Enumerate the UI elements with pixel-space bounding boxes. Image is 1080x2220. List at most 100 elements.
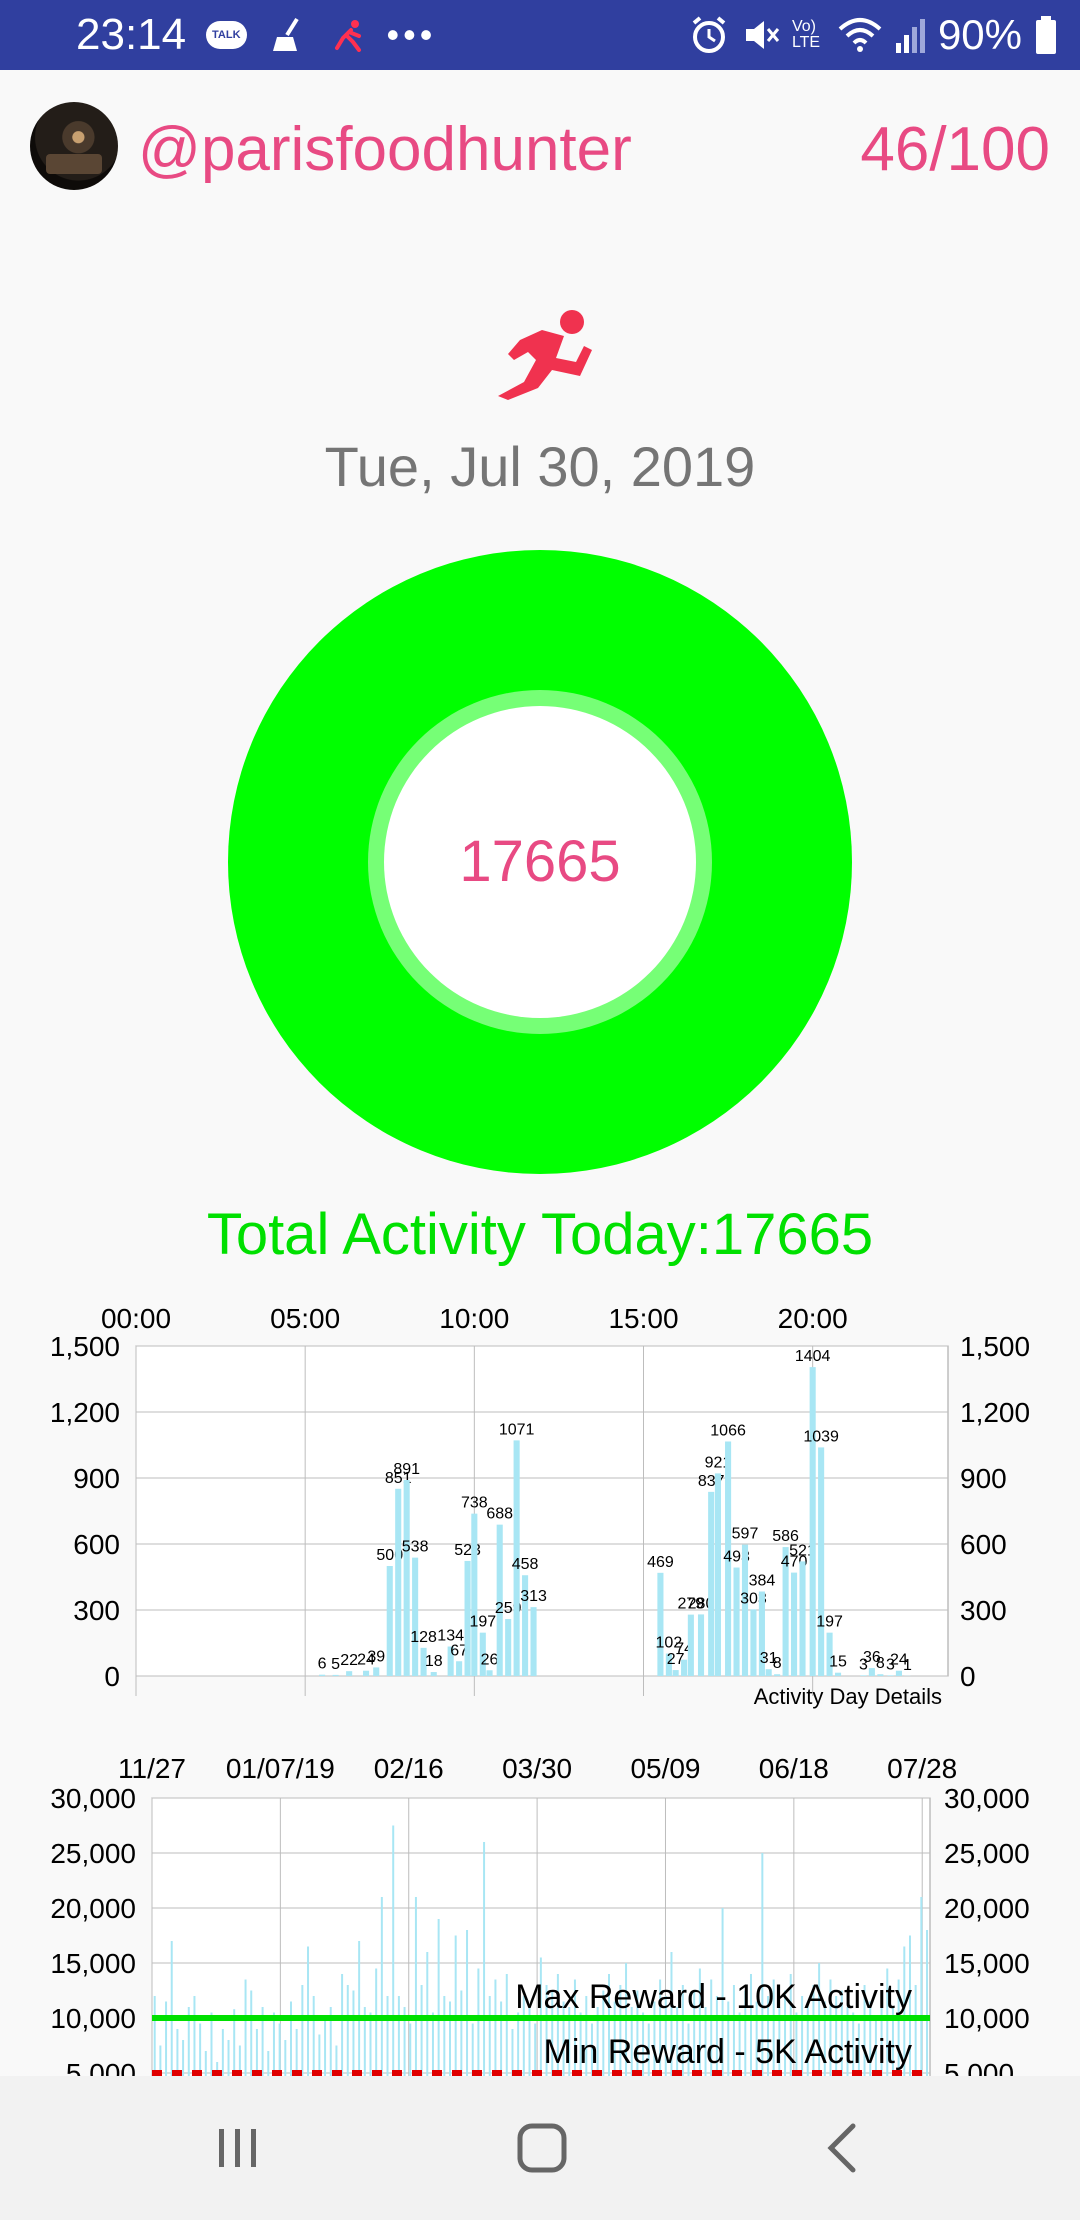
history-chart-bar [153,1996,156,2076]
runner-icon [334,20,361,52]
history-chart-bar [534,2023,537,2076]
history-chart-bar [278,2023,281,2076]
history-chart-x-tick: 05/09 [630,1753,700,1784]
history-chart-bar [193,1996,196,2076]
history-chart-y-tick-left: 5,000 [66,2058,136,2076]
day-chart-bar [765,1669,772,1676]
day-chart-bar [687,1614,694,1676]
history-chart-bar [170,1941,173,2076]
history-chart-y-tick-left: 30,000 [50,1783,136,1814]
history-chart-bar [255,2029,258,2076]
history-chart-bar [466,1930,469,2076]
history-chart-y-tick-right: 20,000 [944,1893,1030,1924]
day-chart-y-tick-left: 1,500 [50,1331,120,1362]
history-chart-bar [221,2029,224,2076]
day-chart-bar [403,1479,410,1676]
history-chart-bar [341,1974,344,2076]
day-chart-bar-label: 458 [512,1556,539,1573]
history-chart-bar [494,1979,497,2076]
history-chart-bar [369,2012,372,2076]
history-chart-bar [165,2001,168,2076]
history-chart-y-tick-right: 10,000 [944,2003,1030,2034]
history-chart-bar [392,1825,395,2076]
home-icon[interactable] [482,2106,602,2190]
day-chart-bar [877,1674,884,1676]
day-chart-bar [799,1561,806,1676]
day-chart-bar-label: 197 [816,1614,843,1631]
day-chart-bar [346,1671,353,1676]
day-chart-bar-label: 1 [903,1657,912,1674]
day-chart-bar [895,1670,902,1676]
activity-ring-value: 17665 [459,829,621,894]
day-chart-bar [714,1473,721,1676]
history-chart-bar [284,2040,287,2076]
history-chart-x-tick: 06/18 [759,1753,829,1784]
day-chart-bar [456,1661,463,1676]
history-chart-bar [176,2029,179,2076]
history-chart-x-tick: 01/07/19 [226,1753,335,1784]
navigation-bar [0,2076,1080,2220]
day-chart-bar [530,1607,537,1676]
history-chart-bar [346,1985,349,2076]
history-chart-min-reward-label: Min Reward - 5K Activity [544,2033,912,2071]
talk-icon: TALK [206,21,247,49]
day-chart-bar [708,1491,715,1676]
date-label: Tue, Jul 30, 2019 [324,435,756,498]
history-chart-bar [517,2012,520,2076]
day-chart-y-tick-right: 1,200 [960,1397,1030,1428]
history-chart-bar [324,2018,327,2076]
back-icon[interactable] [782,2106,902,2190]
history-chart-y-tick-left: 25,000 [50,1838,136,1869]
history-chart-bar [386,1996,389,2076]
day-chart-y-tick-right: 0 [960,1661,976,1692]
progress-count: 46/100 [860,115,1050,184]
username[interactable]: @parisfoodhunter [138,110,632,190]
history-chart-bar [431,2012,434,2076]
volte-icon: Vo) LTE [791,18,821,51]
history-chart-bar [267,2051,270,2076]
total-activity-today: Total Activity Today:17665 [206,1202,874,1267]
day-chart-bar [373,1667,380,1676]
day-chart-y-tick-left: 300 [73,1595,120,1626]
history-chart-bar [488,1996,491,2076]
day-chart-bar-label: 22 [340,1652,358,1669]
day-chart-bar [741,1544,749,1676]
history-chart-bar [244,1979,247,2076]
day-chart-bar-label: 597 [732,1526,759,1543]
day-chart-y-tick-right: 900 [960,1463,1007,1494]
day-chart-bar [430,1672,437,1676]
broom-icon [272,17,299,51]
history-chart-bar [505,1974,508,2076]
day-chart-bar [809,1367,816,1676]
activity-history-chart[interactable]: 5,000 5,000 10,000 10,000 15,000 15,000 20,000… [0,1740,1080,2076]
history-chart-bar [460,1990,463,2076]
history-chart-bar [437,1919,440,2076]
day-chart-x-tick: 15:00 [608,1303,678,1334]
history-chart-bar [477,1968,480,2076]
history-chart-bar [352,1990,355,2076]
activity-day-chart[interactable]: 0 0 300 300 600 600 900 900 1,200 1,200 1,500 1,500… [0,1290,1080,1710]
history-chart-bar [318,2034,321,2076]
day-chart-bar-label: 538 [402,1539,429,1556]
history-chart-y-tick-left: 20,000 [50,1893,136,1924]
day-chart-bar [818,1447,825,1676]
avatar[interactable] [30,102,118,190]
day-chart-bar [887,1675,894,1676]
history-chart-bar [483,1842,486,2076]
history-chart-y-tick-right: 30,000 [944,1783,1030,1814]
day-chart-bar-label: 469 [647,1554,674,1571]
history-chart-bar [307,1946,310,2076]
day-chart-y-tick-left: 900 [73,1463,120,1494]
day-chart-bar [791,1572,798,1676]
history-chart-bar [409,2023,412,2076]
day-chart-bar-label: 128 [410,1629,437,1646]
day-chart-bar [750,1609,757,1676]
history-chart-bar [199,2023,202,2076]
day-chart-bar [657,1572,664,1676]
day-chart-bar [834,1672,842,1676]
history-chart-bar [926,1930,929,2076]
history-chart-bar [312,1996,315,2076]
day-chart-bar-label: 26 [481,1651,499,1668]
history-chart-bar [204,2051,207,2076]
recent-apps-icon[interactable] [178,2106,298,2190]
